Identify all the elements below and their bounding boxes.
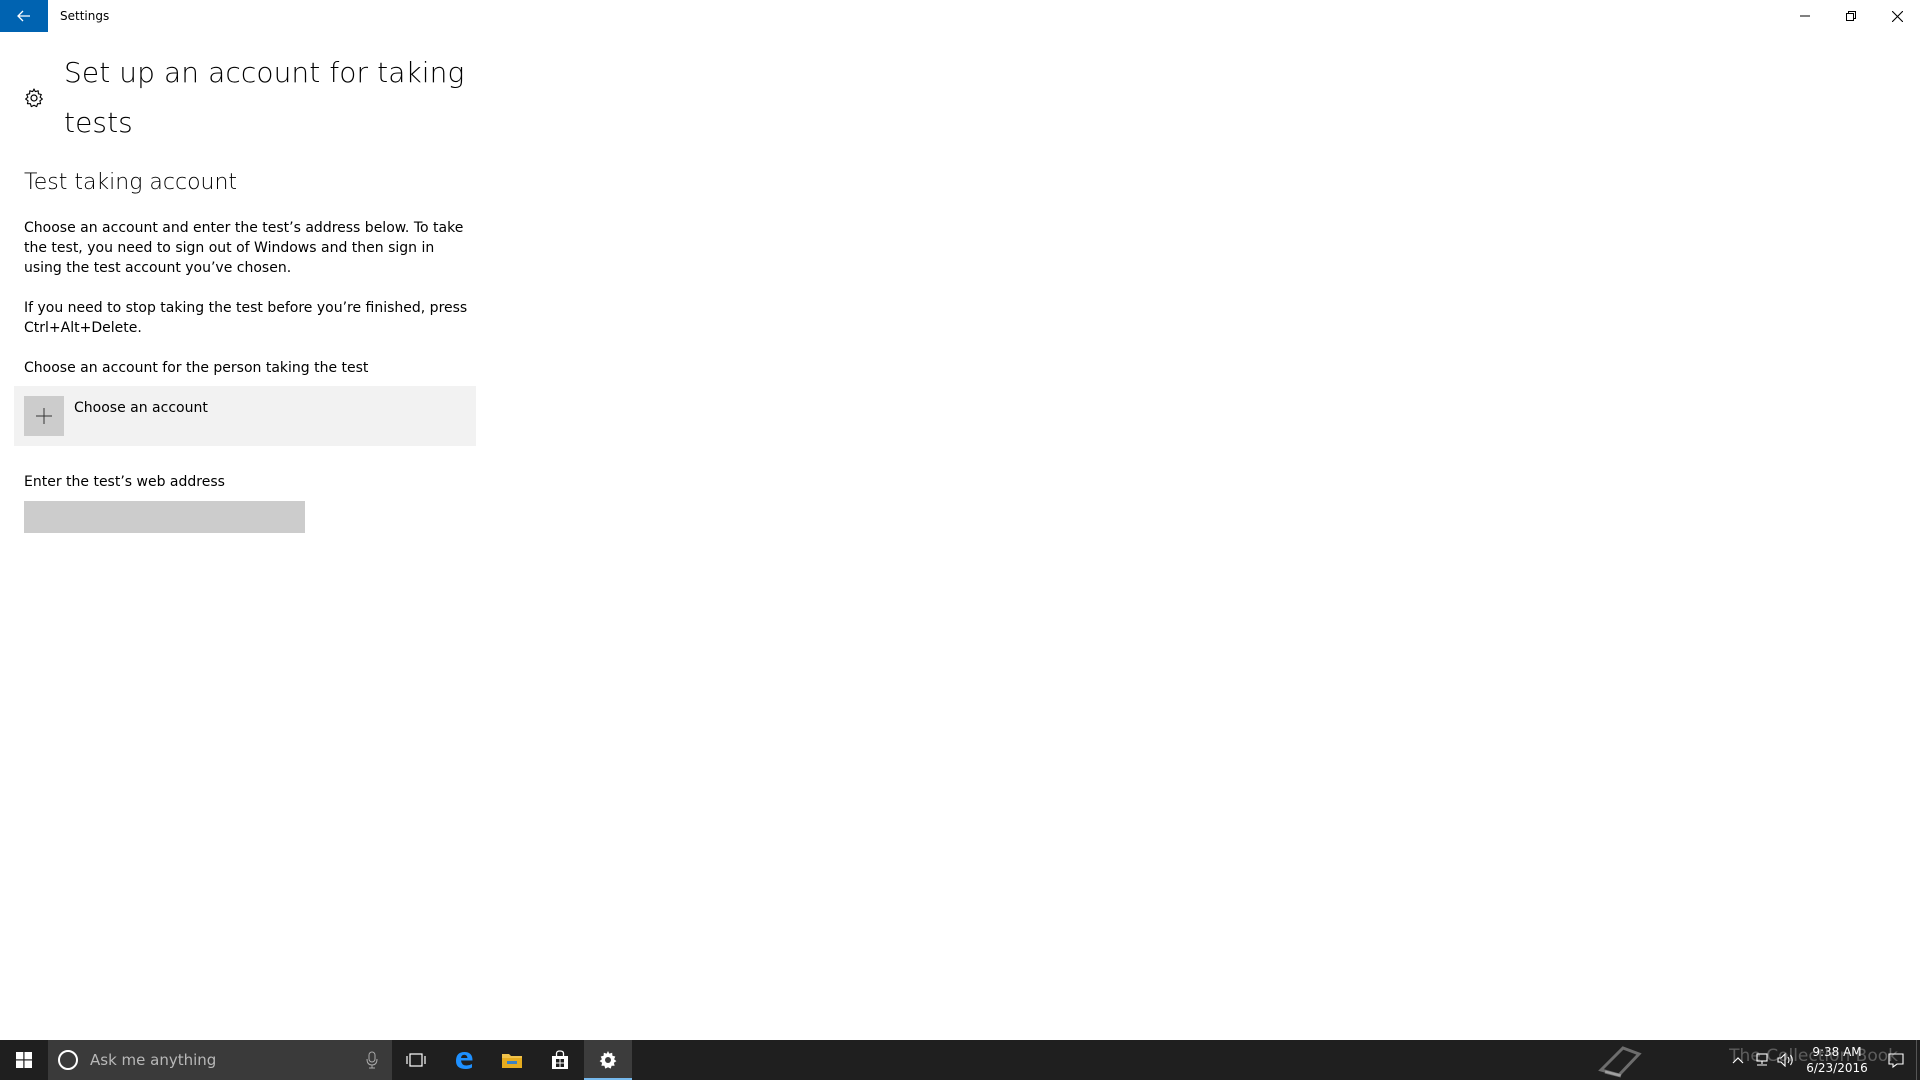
task-view-button[interactable] — [392, 1040, 440, 1080]
show-hidden-icons-button[interactable] — [1726, 1040, 1750, 1080]
minimize-button[interactable] — [1782, 0, 1828, 32]
taskbar: Ask me anything The Collection Book 9:38… — [0, 1040, 1920, 1080]
settings-gear-icon — [599, 1051, 617, 1069]
chevron-up-icon — [1732, 1057, 1744, 1064]
choose-account-label: Choose an account — [74, 400, 208, 416]
page-title: Set up an account for taking tests — [64, 56, 465, 139]
stop-test-text: If you need to stop taking the test befo… — [24, 300, 468, 336]
close-icon — [1891, 10, 1903, 22]
windows-logo-icon — [16, 1052, 32, 1068]
system-tray: The Collection Book 9:38 AM 6/23/2016 — [1590, 1040, 1920, 1080]
section-title: Test taking account — [24, 170, 238, 195]
web-address-input[interactable] — [24, 501, 305, 533]
back-button[interactable] — [0, 0, 48, 32]
choose-account-button[interactable]: Choose an account — [14, 386, 476, 446]
plus-icon — [24, 396, 64, 436]
store-button[interactable] — [536, 1040, 584, 1080]
close-button[interactable] — [1874, 0, 1920, 32]
back-arrow-icon — [17, 10, 30, 22]
action-center-button[interactable] — [1876, 1040, 1916, 1080]
gear-icon — [24, 87, 44, 109]
show-desktop-button[interactable] — [1916, 1040, 1920, 1080]
network-icon — [1756, 1053, 1768, 1066]
search-box[interactable]: Ask me anything — [48, 1040, 392, 1080]
file-explorer-button[interactable] — [488, 1040, 536, 1080]
edge-icon — [456, 1052, 473, 1069]
start-button[interactable] — [0, 1040, 48, 1080]
account-label: Choose an account for the person taking … — [24, 360, 369, 376]
notification-icon — [1888, 1053, 1904, 1068]
edge-button[interactable] — [440, 1040, 488, 1080]
title-bar: Settings — [0, 0, 1920, 32]
cortana-icon — [58, 1050, 78, 1070]
restore-button[interactable] — [1828, 0, 1874, 32]
page-header: Set up an account for taking tests — [24, 48, 476, 148]
volume-icon — [1777, 1053, 1793, 1067]
minimize-icon — [1800, 15, 1810, 17]
clock-time: 9:38 AM — [1812, 1045, 1862, 1059]
web-address-label: Enter the test’s web address — [24, 474, 225, 490]
instructions-text: Choose an account and enter the test’s a… — [24, 220, 464, 276]
book-logo-icon — [1590, 1040, 1650, 1080]
volume-button[interactable] — [1774, 1040, 1798, 1080]
microphone-icon[interactable] — [366, 1051, 378, 1069]
restore-icon — [1846, 11, 1856, 21]
settings-taskbar-button[interactable] — [584, 1040, 632, 1080]
store-bag-icon — [552, 1050, 568, 1069]
main-content: Set up an account for taking tests Test … — [14, 48, 476, 533]
clock-date: 6/23/2016 — [1806, 1061, 1868, 1075]
folder-icon — [502, 1054, 522, 1068]
task-view-icon — [406, 1053, 426, 1067]
clock[interactable]: 9:38 AM 6/23/2016 — [1798, 1044, 1876, 1076]
network-button[interactable] — [1750, 1040, 1774, 1080]
window-title: Settings — [60, 9, 110, 23]
search-placeholder: Ask me anything — [90, 1051, 217, 1069]
